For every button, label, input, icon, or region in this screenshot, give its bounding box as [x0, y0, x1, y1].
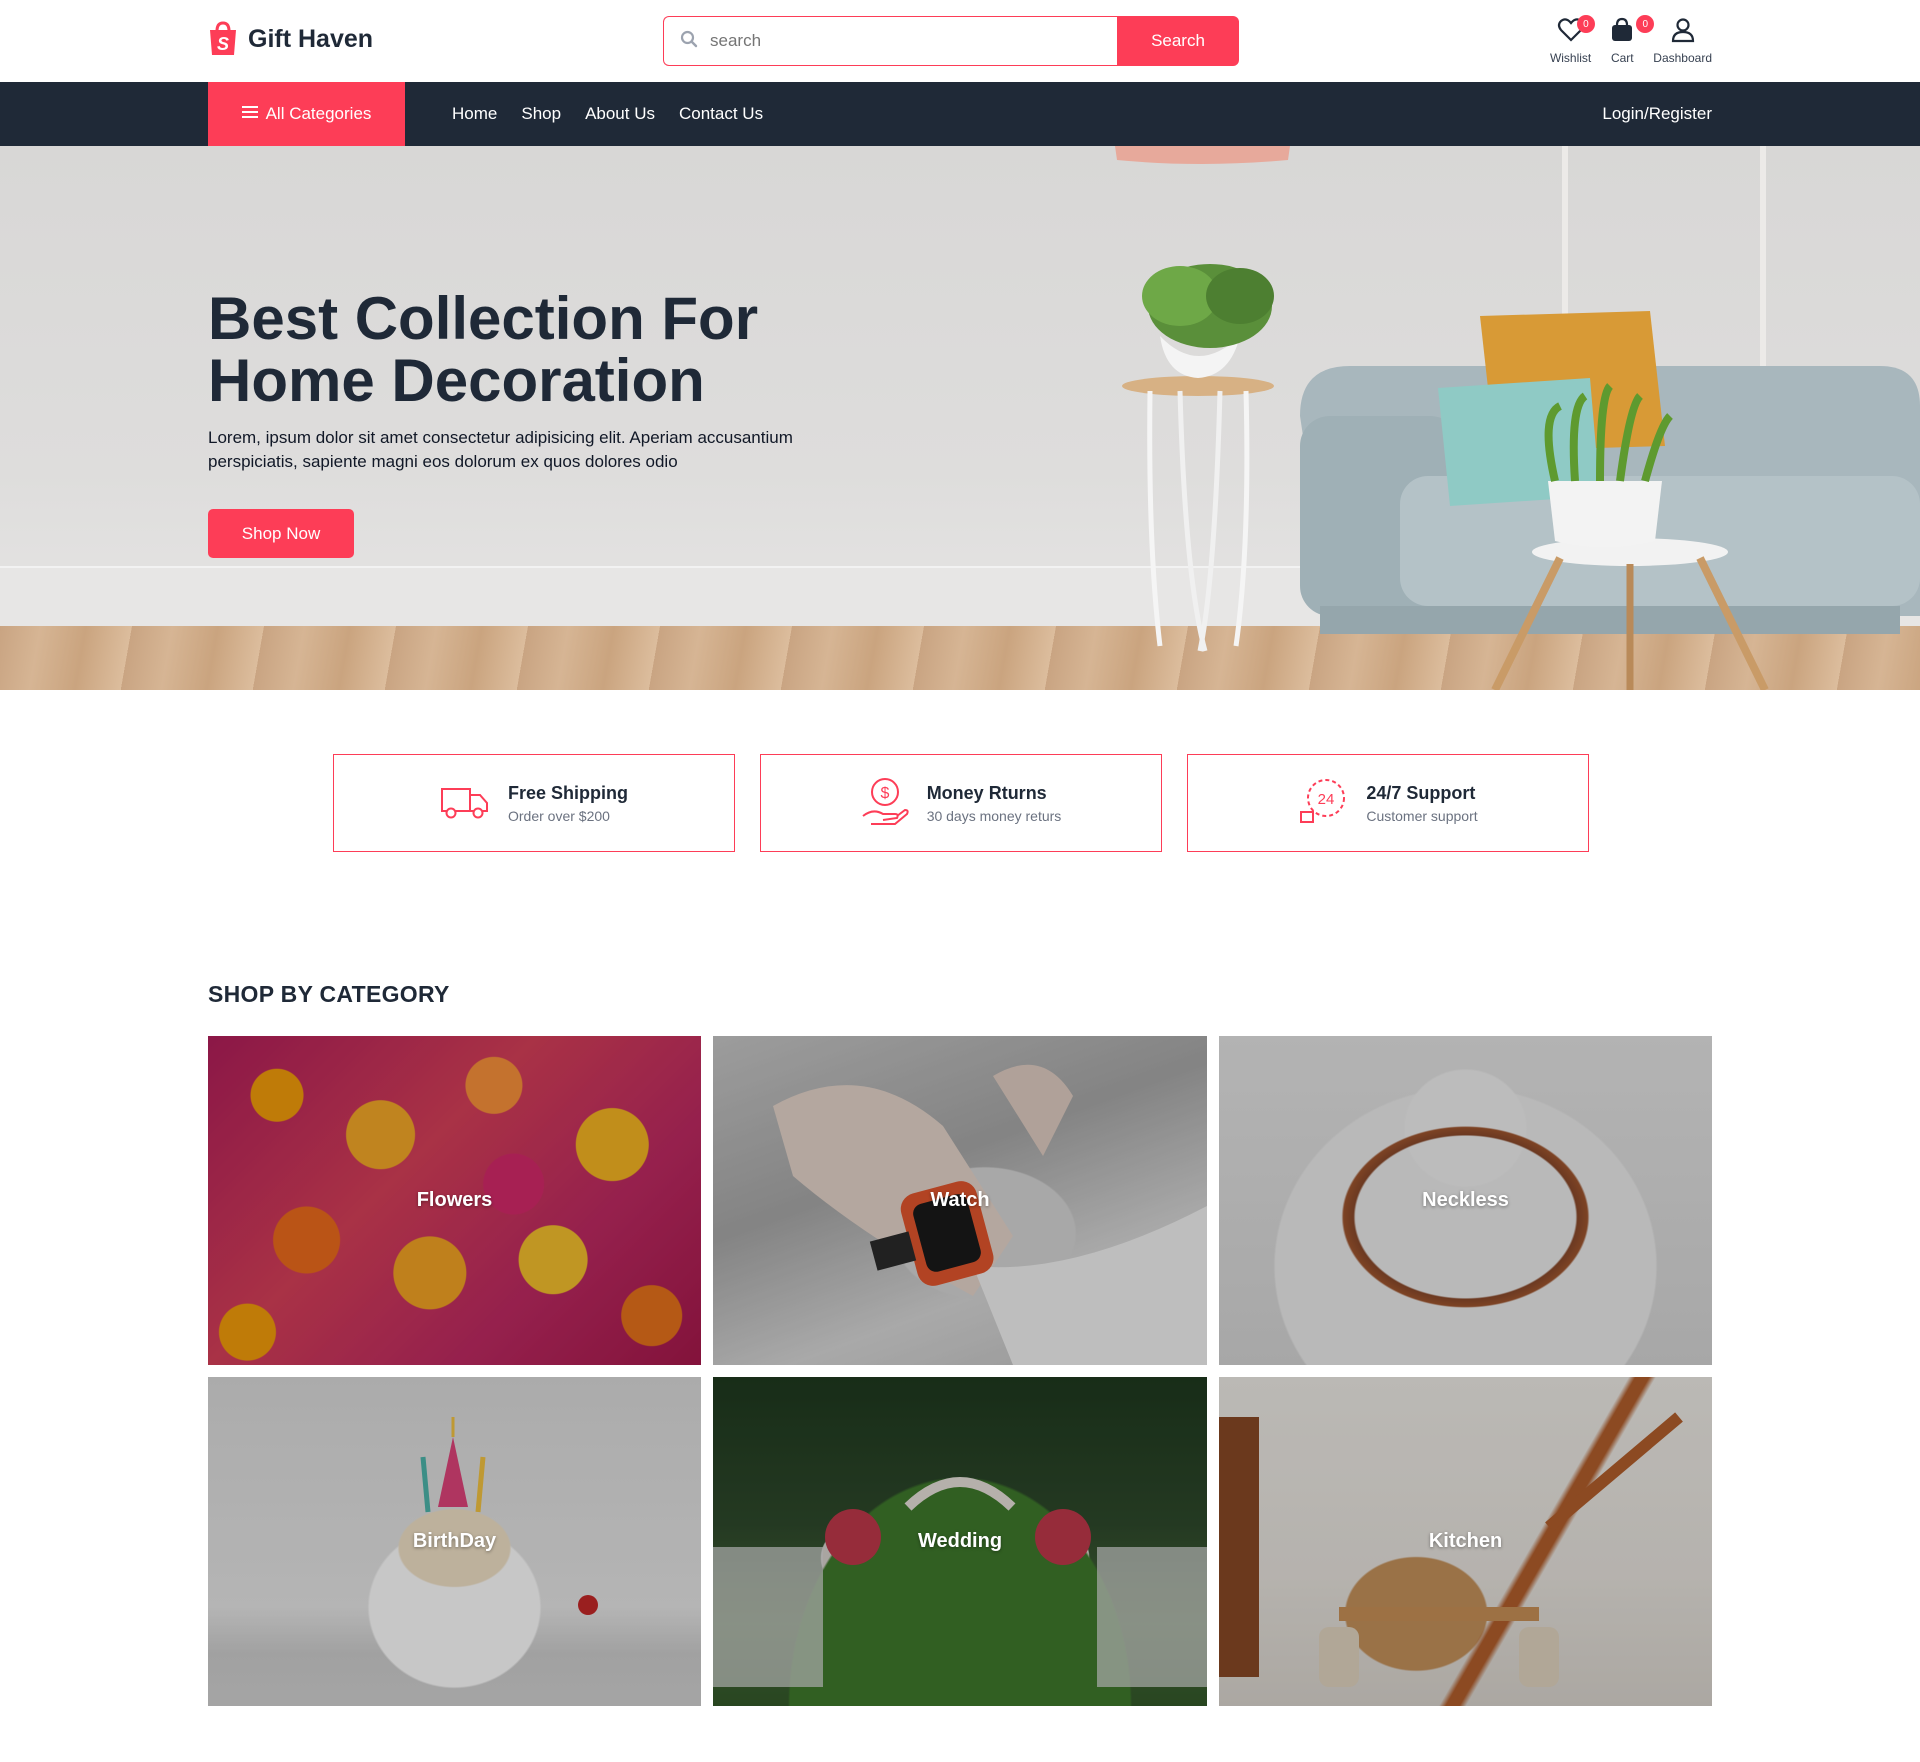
all-categories-button[interactable]: All Categories: [208, 82, 405, 146]
bag-icon: [1609, 17, 1635, 48]
wishlist-link[interactable]: 0 Wishlist: [1549, 15, 1595, 65]
search-button[interactable]: Search: [1117, 16, 1239, 66]
search-input[interactable]: [710, 31, 1090, 51]
hero-banner: Best Collection For Home Decoration Lore…: [0, 146, 1920, 690]
hero-living-room-illustration: [1115, 146, 1920, 690]
money-hand-icon: $: [861, 776, 909, 831]
dashboard-link[interactable]: Dashboard: [1653, 17, 1712, 65]
shop-now-button[interactable]: Shop Now: [208, 509, 354, 558]
feature-strip: Free Shipping Order over $200 $ Money Rt…: [333, 754, 1589, 852]
feature-subtitle: Customer support: [1366, 807, 1478, 824]
svg-text:$: $: [880, 785, 889, 802]
main-navbar: All Categories Home Shop About Us Contac…: [0, 82, 1920, 146]
hero-description: Lorem, ipsum dolor sit amet consectetur …: [208, 428, 793, 471]
search-bar: Search: [663, 16, 1239, 66]
nav-link-about-us[interactable]: About Us: [585, 104, 655, 124]
nav-link-shop[interactable]: Shop: [521, 104, 561, 124]
shopping-bag-logo-icon: S: [208, 21, 238, 57]
dashboard-label: Dashboard: [1653, 51, 1712, 65]
category-label: Neckless: [1422, 1189, 1509, 1211]
category-label: Kitchen: [1428, 1530, 1503, 1552]
feature-title: 24/7 Support: [1366, 782, 1476, 803]
all-categories-label: All Categories: [265, 104, 372, 123]
category-grid: Flowers Watch Neckless BirthDay Wedding …: [208, 1036, 1712, 1706]
category-card-kitchen[interactable]: Kitchen: [1219, 1377, 1712, 1706]
support-24-icon: 24: [1298, 776, 1348, 831]
search-field[interactable]: [663, 16, 1117, 66]
hamburger-menu-icon: [241, 104, 258, 124]
brand-logo[interactable]: S Gift Haven: [208, 21, 373, 57]
feature-card-support: 24 24/7 Support Customer support: [1187, 754, 1589, 852]
search-icon: [680, 30, 698, 53]
nav-link-contact-us[interactable]: Contact Us: [679, 104, 763, 124]
category-card-birthday[interactable]: BirthDay: [208, 1377, 701, 1706]
cart-count-badge: 0: [1636, 15, 1655, 33]
cart-label: Cart: [1610, 51, 1634, 65]
shop-by-category-heading: SHOP BY CATEGORY: [208, 981, 450, 1007]
category-card-neckless[interactable]: Neckless: [1219, 1036, 1712, 1365]
feature-card-shipping: Free Shipping Order over $200: [333, 754, 735, 852]
hero-title: Best Collection For Home Decoration: [208, 285, 759, 414]
svg-text:S: S: [217, 34, 229, 54]
svg-text:24: 24: [1318, 791, 1335, 808]
wishlist-label: Wishlist: [1549, 51, 1592, 65]
category-label: BirthDay: [412, 1530, 497, 1552]
wishlist-count-badge: 0: [1576, 15, 1595, 33]
feature-text-support: 24/7 Support Customer support: [1366, 783, 1477, 824]
category-card-flowers[interactable]: Flowers: [208, 1036, 701, 1365]
brand-name: Gift Haven: [248, 24, 374, 53]
category-card-watch[interactable]: Watch: [713, 1036, 1207, 1365]
feature-subtitle: 30 days money returs: [926, 807, 1062, 824]
nav-links: Home Shop About Us Contact Us: [452, 82, 763, 146]
feature-title: Free Shipping: [507, 782, 628, 803]
category-label: Watch: [930, 1189, 990, 1211]
feature-subtitle: Order over $200: [507, 807, 610, 824]
category-card-wedding[interactable]: Wedding: [713, 1377, 1207, 1706]
cart-link[interactable]: 0 Cart: [1609, 15, 1655, 65]
user-icon: [1670, 17, 1696, 48]
category-label: Wedding: [917, 1530, 1003, 1552]
feature-card-returns: $ Money Rturns 30 days money returs: [760, 754, 1162, 852]
nav-link-home[interactable]: Home: [452, 104, 497, 124]
truck-icon: [440, 781, 490, 826]
top-header: S Gift Haven Search 0 Wishlist 0 Cart: [0, 0, 1920, 82]
header-icon-group: 0 Wishlist 0 Cart Dashboard: [1549, 15, 1712, 65]
feature-text-returns: Money Rturns 30 days money returs: [927, 783, 1062, 824]
feature-text-shipping: Free Shipping Order over $200: [508, 783, 628, 824]
feature-title: Money Rturns: [926, 782, 1047, 803]
category-label: Flowers: [416, 1189, 493, 1211]
login-register-link[interactable]: Login/Register: [1602, 82, 1712, 146]
